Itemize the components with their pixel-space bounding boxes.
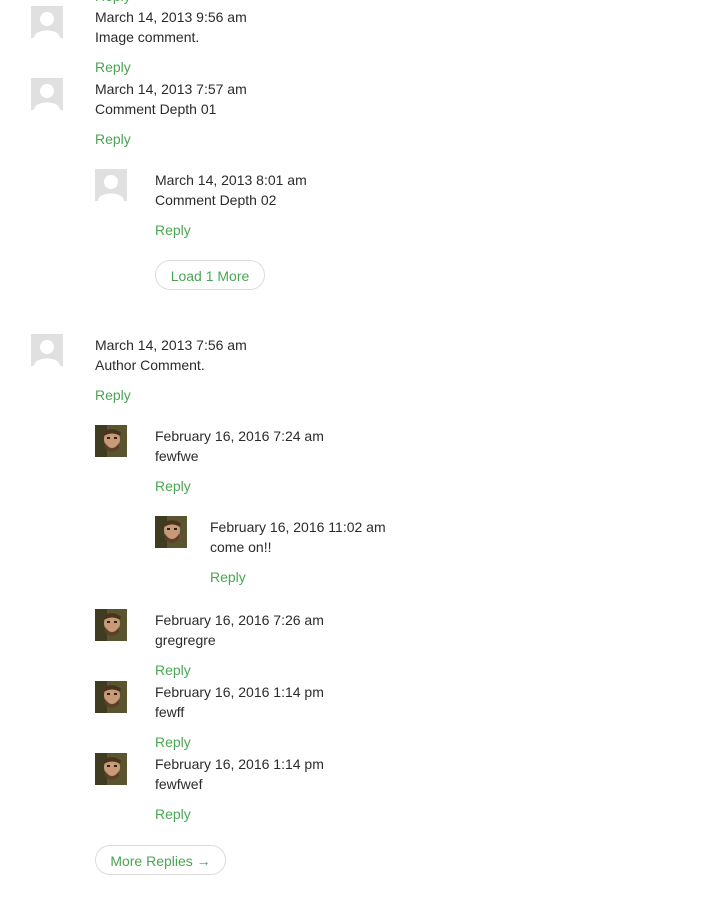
default-avatar-icon	[95, 169, 127, 201]
comment-date: March 14, 2013 7:56 am	[95, 337, 247, 353]
user-photo-avatar	[95, 609, 127, 641]
comment-text: fewfwe	[155, 448, 199, 464]
user-photo-avatar	[95, 753, 127, 785]
user-photo-avatar	[95, 681, 127, 713]
comment-date: February 16, 2016 1:14 pm	[155, 756, 324, 772]
comment-text: Author Comment.	[95, 357, 205, 373]
comment-date: February 16, 2016 7:26 am	[155, 612, 324, 628]
comment-date: March 14, 2013 7:57 am	[95, 81, 247, 97]
comment-date: March 14, 2013 8:01 am	[155, 172, 307, 188]
default-avatar-icon	[31, 78, 63, 110]
reply-link[interactable]: Reply	[155, 476, 191, 496]
reply-link[interactable]: Reply	[155, 220, 191, 240]
reply-link[interactable]: Reply	[95, 0, 131, 6]
comment-text: Comment Depth 01	[95, 101, 217, 117]
reply-link[interactable]: Reply	[95, 385, 131, 405]
comment-text: come on!!	[210, 539, 272, 555]
comment-text: Comment Depth 02	[155, 192, 277, 208]
reply-link[interactable]: Reply	[210, 567, 246, 587]
reply-link[interactable]: Reply	[95, 129, 131, 149]
comment-date: February 16, 2016 7:24 am	[155, 428, 324, 444]
comment-text: fewfwef	[155, 776, 203, 792]
reply-link[interactable]: Reply	[155, 660, 191, 680]
comment-text: fewff	[155, 704, 185, 720]
comment-date: February 16, 2016 1:14 pm	[155, 684, 324, 700]
reply-link[interactable]: Reply	[95, 57, 131, 77]
comment-date: March 14, 2013 9:56 am	[95, 9, 247, 25]
more-replies-button[interactable]: More Replies →	[95, 845, 226, 875]
load-more-button[interactable]: Load 1 More	[155, 260, 265, 290]
default-avatar-icon	[31, 334, 63, 366]
default-avatar-icon	[31, 6, 63, 38]
comment-text: Image comment.	[95, 29, 200, 45]
comment-date: February 16, 2016 11:02 am	[210, 519, 386, 535]
reply-link[interactable]: Reply	[155, 804, 191, 824]
user-photo-avatar	[95, 425, 127, 457]
comment-text: gregregre	[155, 632, 216, 648]
user-photo-avatar	[155, 516, 187, 548]
reply-link[interactable]: Reply	[155, 732, 191, 752]
